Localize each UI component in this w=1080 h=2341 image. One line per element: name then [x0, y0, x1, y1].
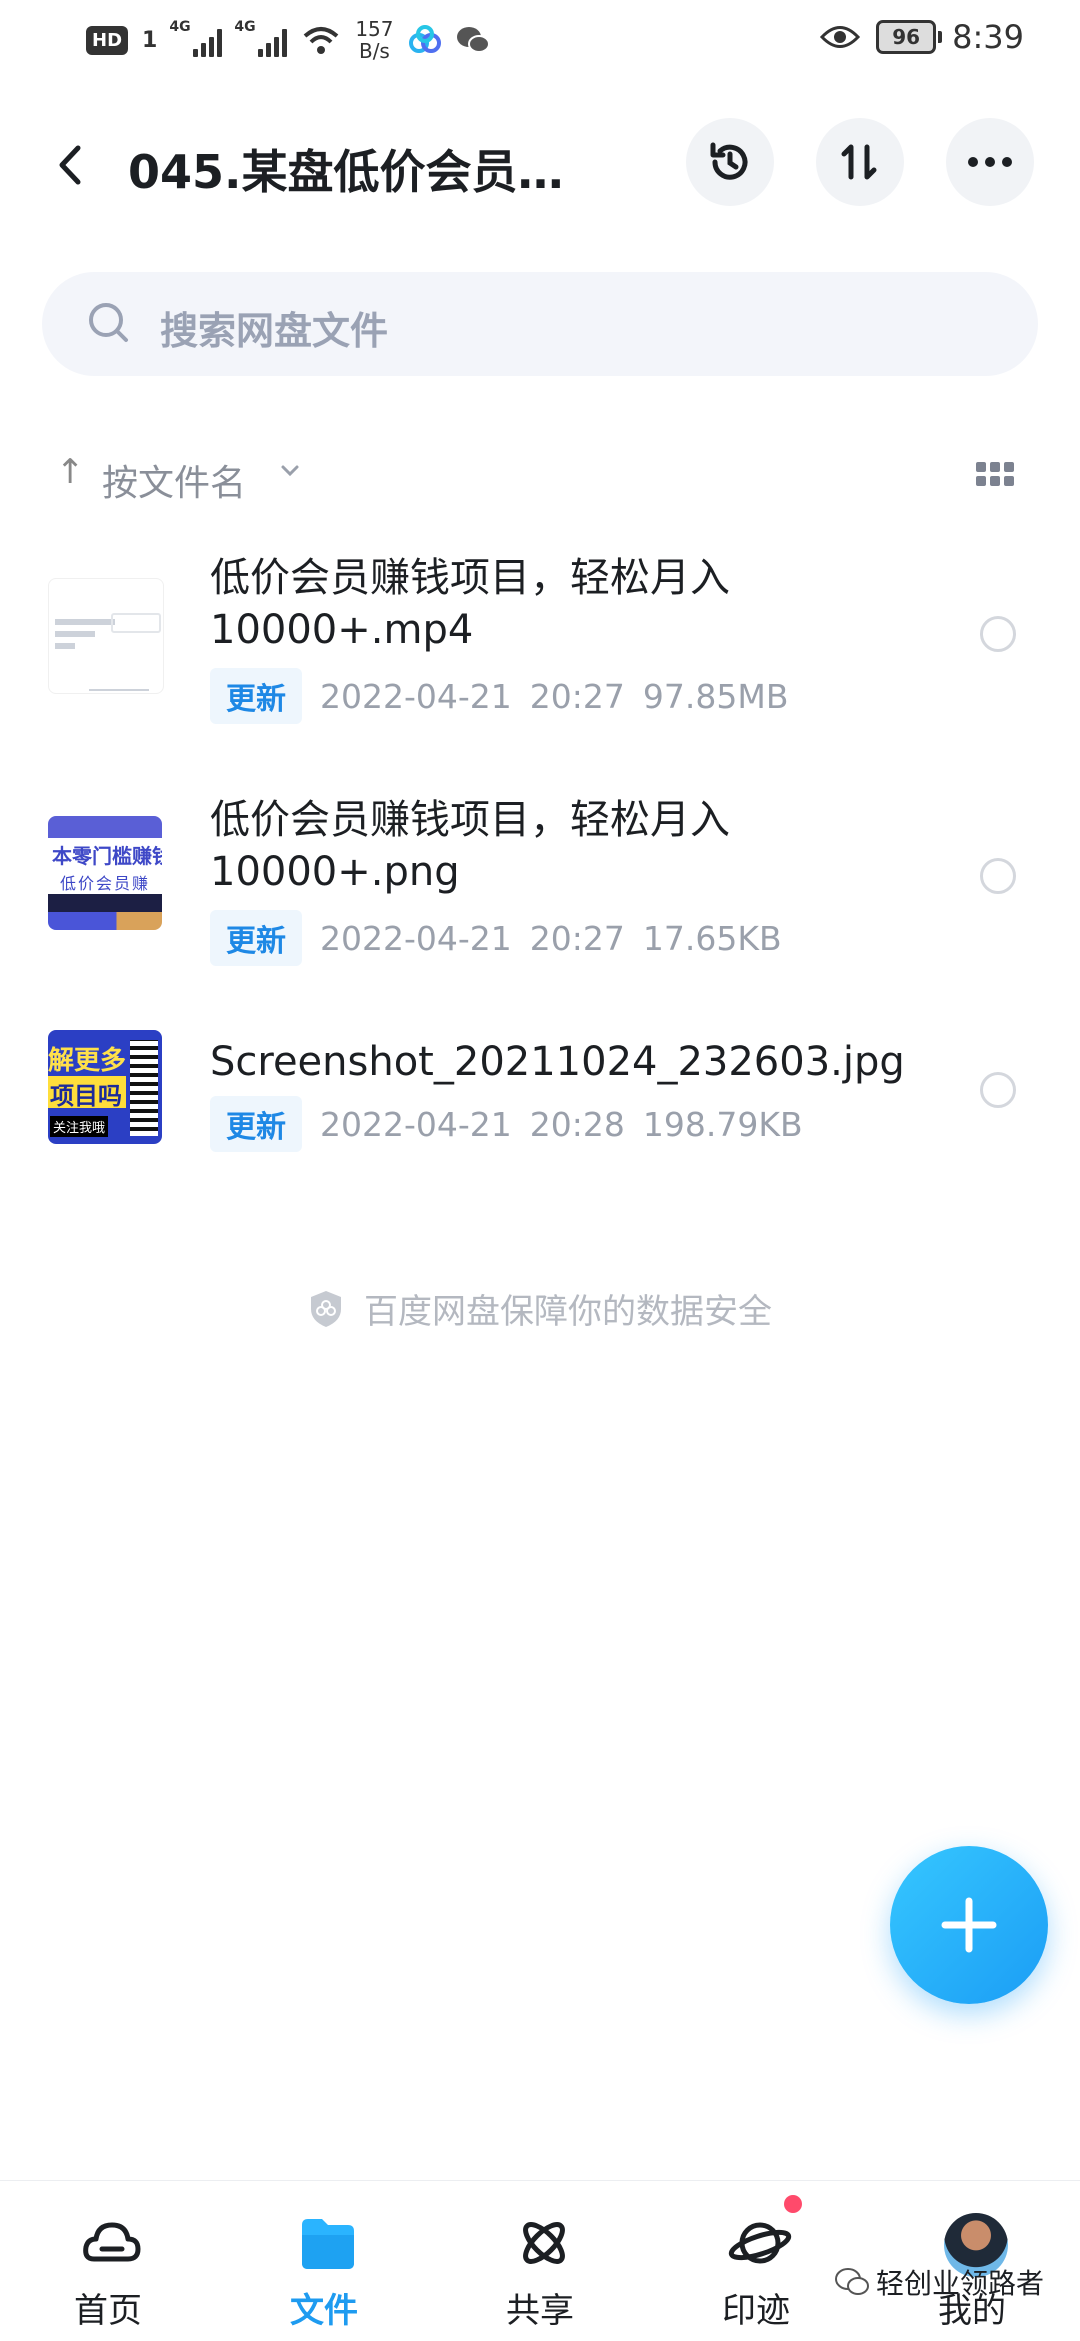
- history-button[interactable]: [686, 118, 774, 206]
- select-radio[interactable]: [980, 616, 1016, 652]
- nav-label: 共享: [506, 2291, 574, 2331]
- bottom-navigation: 首页 文件 共享 印迹 我的: [0, 2180, 1080, 2341]
- nav-item-files[interactable]: 文件: [224, 2181, 424, 2341]
- wechat-icon: [456, 27, 490, 53]
- nav-item-profile[interactable]: 我的: [872, 2181, 1072, 2341]
- battery-indicator: 96: [876, 20, 943, 54]
- update-badge: 更新: [210, 1096, 302, 1152]
- nav-label: 文件: [290, 2291, 358, 2331]
- add-button[interactable]: [890, 1846, 1048, 2004]
- network-speed: 157 B/s: [355, 17, 394, 63]
- nav-item-share[interactable]: 共享: [440, 2181, 640, 2341]
- security-note: 百度网盘保障你的数据安全: [0, 1284, 1080, 1333]
- clock: 8:39: [952, 18, 1024, 56]
- planet-icon: [728, 2222, 792, 2264]
- nav-label: 印迹: [722, 2291, 790, 2331]
- history-icon: [710, 142, 748, 180]
- transfer-button[interactable]: [816, 118, 904, 206]
- more-button[interactable]: [946, 118, 1034, 206]
- search-icon: [89, 303, 128, 342]
- nav-item-traces[interactable]: 印迹: [656, 2181, 856, 2341]
- file-row[interactable]: 解更多 项目吗 关注我哦 Screenshot_20211024_232603.…: [0, 1030, 1080, 1190]
- status-bar: HD 1 4G 4G 157 B/s 96 8:39: [0, 0, 1080, 80]
- file-time: 20:28: [529, 1104, 625, 1144]
- file-date: 2022-04-21: [320, 1104, 512, 1144]
- transfer-icon: [841, 144, 877, 180]
- wifi-icon: [304, 27, 339, 54]
- file-date: 2022-04-21: [320, 676, 512, 716]
- image-thumbnail: 本零门槛赚钱 低价会员赚: [48, 816, 162, 930]
- signal-icon: 4G: [234, 19, 288, 57]
- sort-by-name-button[interactable]: 按文件名: [102, 454, 246, 506]
- top-app-bar: 045.某盘低价会员…: [0, 110, 1080, 220]
- file-meta: 更新 2022-04-21 20:27 17.65KB: [210, 910, 782, 966]
- file-time: 20:27: [529, 676, 625, 716]
- file-row[interactable]: 低价会员赚钱项目，轻松月入10000+.mp4 更新 2022-04-21 20…: [0, 548, 1080, 748]
- plus-icon: [941, 1897, 997, 1953]
- search-placeholder: 搜索网盘文件: [160, 309, 389, 353]
- back-icon[interactable]: [50, 140, 90, 190]
- nav-label: 首页: [74, 2291, 142, 2331]
- file-size: 198.79KB: [642, 1104, 803, 1144]
- file-date: 2022-04-21: [320, 918, 512, 958]
- search-input[interactable]: 搜索网盘文件: [42, 272, 1038, 376]
- folder-icon: [302, 2219, 354, 2269]
- eye-icon: [820, 26, 861, 48]
- sort-direction-icon[interactable]: ↑: [56, 452, 85, 492]
- file-name: Screenshot_20211024_232603.jpg: [210, 1039, 905, 1085]
- chevron-down-icon[interactable]: [278, 458, 302, 482]
- file-name: 低价会员赚钱项目，轻松月入10000+.mp4: [210, 555, 730, 653]
- file-size: 17.65KB: [642, 918, 782, 958]
- nav-item-home[interactable]: 首页: [8, 2181, 208, 2341]
- home-cloud-icon: [83, 2222, 141, 2262]
- sim-indicator: 1: [142, 27, 158, 53]
- wechat-icon: [835, 2268, 869, 2295]
- file-meta: 更新 2022-04-21 20:28 198.79KB: [210, 1096, 803, 1152]
- baidu-netdisk-icon: [408, 25, 441, 53]
- shield-icon: [311, 1290, 341, 1327]
- file-size: 97.85MB: [642, 676, 789, 716]
- signal-icon: 4G: [169, 19, 223, 57]
- grid-view-icon[interactable]: [976, 462, 1014, 486]
- select-radio[interactable]: [980, 858, 1016, 894]
- file-row[interactable]: 本零门槛赚钱 低价会员赚 低价会员赚钱项目，轻松月入10000+.png 更新 …: [0, 790, 1080, 990]
- image-thumbnail: 解更多 项目吗 关注我哦: [48, 1030, 162, 1144]
- more-icon: [968, 157, 1012, 167]
- page-title: 045.某盘低价会员…: [128, 145, 564, 199]
- select-radio[interactable]: [980, 1072, 1016, 1108]
- file-time: 20:27: [529, 918, 625, 958]
- file-name: 低价会员赚钱项目，轻松月入10000+.png: [210, 797, 730, 895]
- update-badge: 更新: [210, 910, 302, 966]
- video-thumbnail: [48, 578, 164, 694]
- notification-dot: [784, 2195, 802, 2213]
- update-badge: 更新: [210, 668, 302, 724]
- watermark: 轻创业领路者: [834, 2262, 1044, 2302]
- security-text: 百度网盘保障你的数据安全: [364, 1292, 772, 1332]
- share-atom-icon: [523, 2222, 565, 2264]
- hd-indicator: HD: [86, 25, 129, 55]
- file-meta: 更新 2022-04-21 20:27 97.85MB: [210, 668, 788, 724]
- sort-bar: ↑ 按文件名: [0, 440, 1080, 510]
